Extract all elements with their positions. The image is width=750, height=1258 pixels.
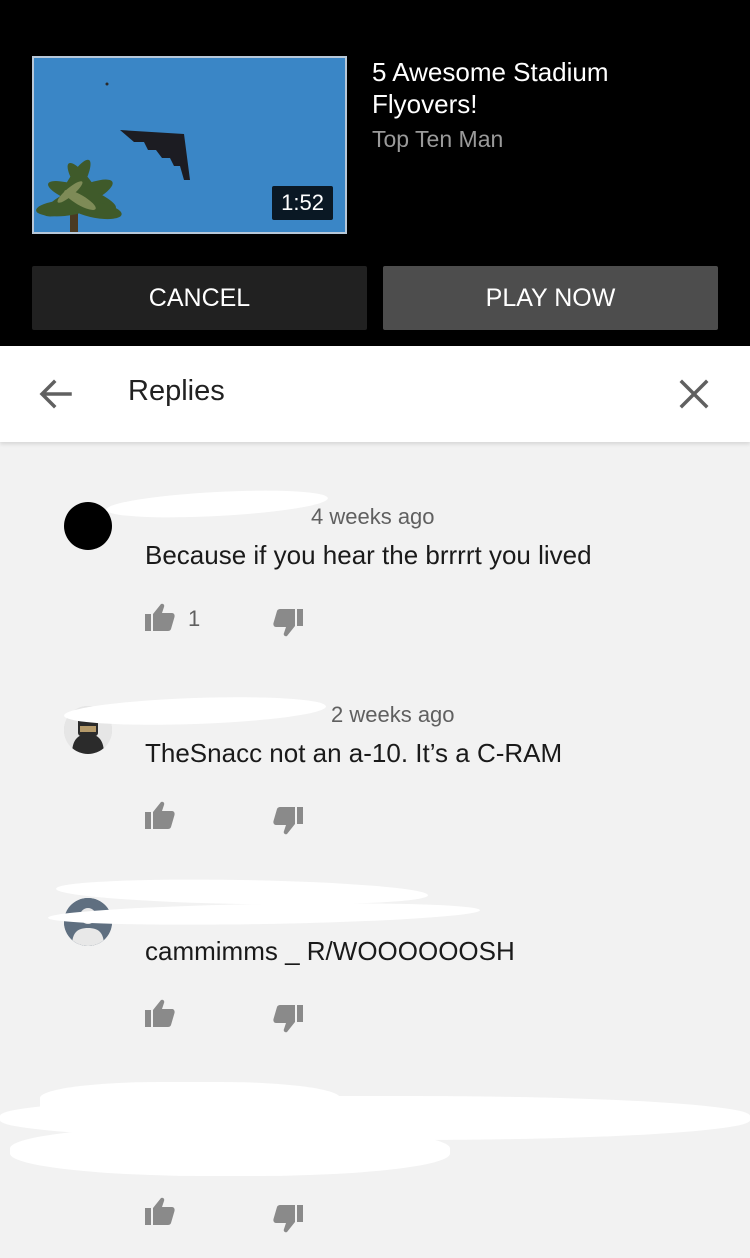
arrow-left-icon[interactable]: [34, 372, 78, 416]
comment-timestamp: 4 weeks ago: [311, 504, 435, 529]
replies-title: Replies: [128, 375, 225, 407]
comment-meta: 4 weeks ago: [311, 504, 435, 530]
cancel-button[interactable]: CANCEL: [32, 266, 367, 330]
comment-text: cammimms _ R/WOOOOOOSH: [145, 936, 515, 966]
video-title[interactable]: 5 Awesome Stadium Flyovers!: [372, 56, 702, 120]
like-count: 1: [188, 606, 201, 631]
redaction-mark: [63, 693, 327, 729]
avatar[interactable]: [64, 502, 112, 550]
thumbs-down-icon[interactable]: [272, 1204, 304, 1234]
channel-name: Top Ten Man: [372, 126, 504, 152]
close-icon[interactable]: [674, 374, 714, 414]
redaction-mark: [10, 1126, 450, 1176]
thumbs-down-icon[interactable]: [272, 1004, 304, 1034]
thumbs-up-icon[interactable]: [144, 602, 176, 632]
comment-meta: 2 weeks ago: [331, 702, 455, 728]
thumbs-up-icon[interactable]: [144, 800, 176, 830]
up-next-panel: 1:52 5 Awesome Stadium Flyovers! Top Ten…: [0, 0, 750, 346]
replies-header: Replies: [0, 346, 750, 442]
video-thumbnail[interactable]: 1:52: [32, 56, 347, 234]
video-duration: 1:52: [272, 186, 333, 220]
comment-text: Because if you hear the brrrrt you lived: [145, 540, 592, 570]
comment-timestamp: 2 weeks ago: [331, 702, 455, 727]
play-now-button[interactable]: PLAY NOW: [383, 266, 718, 330]
thumbs-down-icon[interactable]: [272, 608, 304, 638]
thumbs-up-icon[interactable]: [144, 998, 176, 1028]
thumbs-down-icon[interactable]: [272, 806, 304, 836]
redaction-mark: [47, 900, 481, 928]
thumbs-up-icon[interactable]: [144, 1196, 176, 1226]
redaction-mark: [105, 486, 329, 522]
comment-text: TheSnacc not an a-10. It’s a C-RAM: [145, 738, 563, 768]
